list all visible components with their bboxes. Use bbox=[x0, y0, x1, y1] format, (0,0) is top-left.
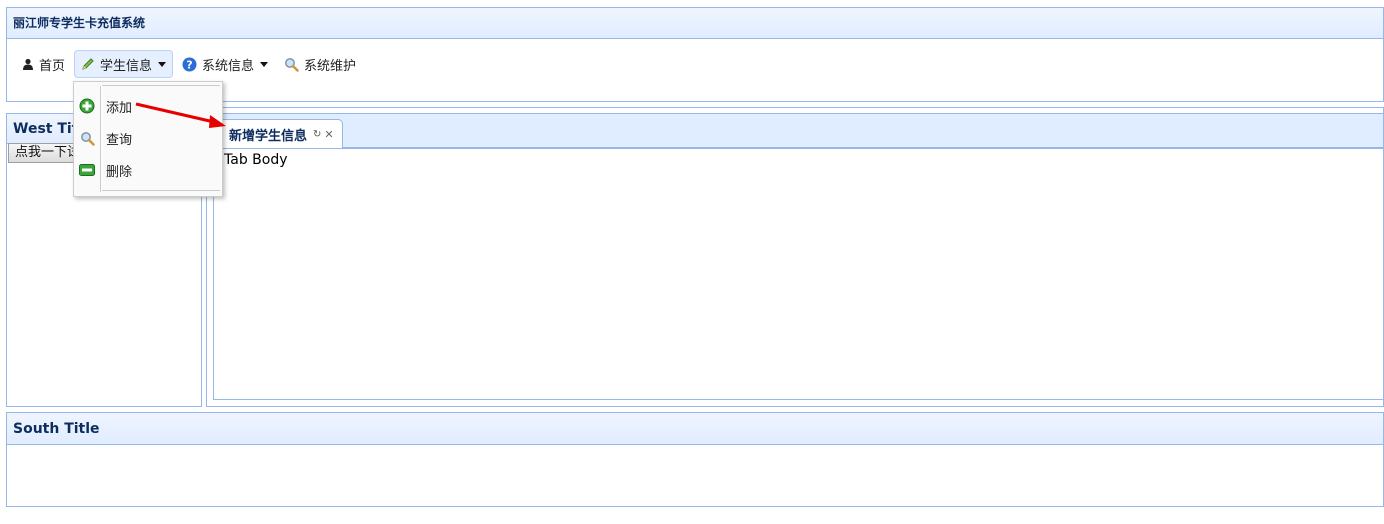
chevron-down-icon bbox=[260, 61, 269, 67]
dropdown-item-query-label: 查询 bbox=[106, 132, 133, 148]
dropdown-item-add[interactable]: 添加 bbox=[74, 93, 222, 119]
svg-text:?: ? bbox=[186, 58, 192, 71]
menu-system-info[interactable]: ? 系统信息 bbox=[175, 50, 275, 78]
remove-icon bbox=[74, 164, 100, 176]
south-panel: South Title bbox=[6, 412, 1384, 507]
student-info-dropdown: 添加 查询 删除 bbox=[73, 81, 223, 197]
dropdown-item-query[interactable]: 查询 bbox=[74, 125, 222, 151]
menu-system-maintenance-label: 系统维护 bbox=[304, 58, 357, 74]
south-title: South Title bbox=[7, 413, 1383, 445]
pencil-icon bbox=[81, 57, 95, 71]
user-icon bbox=[22, 58, 34, 70]
tab-new-student[interactable]: 新增学生信息 ↻ ✕ bbox=[212, 119, 343, 149]
search-icon bbox=[284, 57, 299, 72]
add-icon bbox=[74, 98, 100, 114]
menu-bar: 首页 学生信息 ? 系统信息 系统维护 bbox=[15, 49, 365, 79]
tabs-header: 新增学生信息 ↻ ✕ bbox=[207, 113, 1383, 149]
tab-body-text: Tab Body bbox=[224, 152, 288, 168]
app-title: 丽江师专学生卡充值系统 bbox=[7, 8, 1383, 39]
menu-student-info-label: 学生信息 bbox=[100, 58, 153, 74]
search-icon bbox=[74, 131, 100, 146]
menu-student-info[interactable]: 学生信息 bbox=[74, 50, 174, 78]
help-icon: ? bbox=[182, 57, 197, 72]
close-icon[interactable]: ✕ bbox=[324, 128, 333, 141]
menu-system-info-label: 系统信息 bbox=[202, 58, 255, 74]
refresh-icon[interactable]: ↻ bbox=[313, 129, 321, 140]
menu-system-maintenance[interactable]: 系统维护 bbox=[277, 50, 363, 78]
tab-title: 新增学生信息 bbox=[229, 129, 308, 144]
chevron-down-icon bbox=[158, 61, 167, 67]
dropdown-item-delete-label: 删除 bbox=[106, 164, 133, 180]
menu-home-label: 首页 bbox=[39, 58, 66, 74]
dropdown-item-add-label: 添加 bbox=[106, 100, 133, 116]
dropdown-item-delete[interactable]: 删除 bbox=[74, 157, 222, 183]
tab-body: Tab Body bbox=[213, 148, 1383, 400]
center-panel: 新增学生信息 ↻ ✕ Tab Body bbox=[206, 107, 1384, 407]
divider bbox=[102, 85, 220, 86]
menu-home[interactable]: 首页 bbox=[15, 50, 72, 78]
divider bbox=[102, 190, 220, 191]
